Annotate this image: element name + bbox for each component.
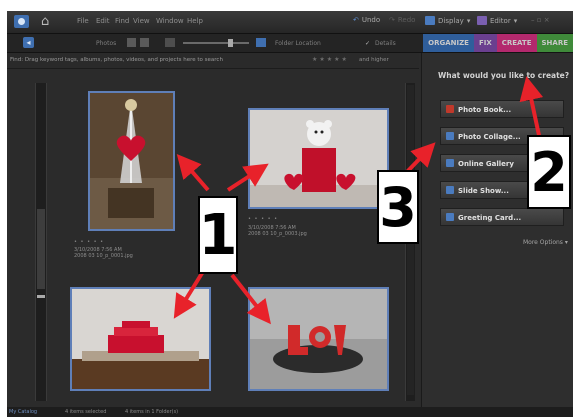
rating-filter-label: and higher <box>359 57 389 63</box>
photo-thumbnail-2[interactable] <box>248 108 389 209</box>
callout-2: 2 <box>527 135 571 209</box>
menu-view[interactable]: View <box>133 17 150 25</box>
thumbnail-view-icon[interactable] <box>127 38 136 47</box>
photo-collage-icon <box>446 132 454 140</box>
callout-1: 1 <box>198 196 238 274</box>
workspace-tabs: ORGANIZE FIX CREATE SHARE <box>423 34 573 52</box>
photo-2-rating[interactable]: • • • • • <box>248 216 278 222</box>
menu-edit[interactable]: Edit <box>96 17 110 25</box>
redo-icon: ↷ <box>389 16 395 24</box>
organizer-window: ⌂ File Edit Find View Window Help ↶ Undo… <box>7 11 573 417</box>
catalog-link[interactable]: My Catalog <box>9 407 37 417</box>
scrollbar-thumb[interactable] <box>37 209 45 289</box>
grid-large-icon[interactable] <box>256 38 266 47</box>
grid-small-icon[interactable] <box>165 38 175 47</box>
more-options-button[interactable]: More Options ▾ <box>523 239 568 246</box>
display-menu[interactable]: Display ▾ <box>425 16 470 25</box>
photo-1-rating[interactable]: • • • • • <box>74 239 104 245</box>
rating-filter-stars[interactable]: ★★★★★ <box>312 56 349 63</box>
app-logo-icon <box>14 15 29 28</box>
display-icon <box>425 16 435 25</box>
scroll-marker <box>37 295 45 298</box>
photo-thumbnail-3[interactable] <box>70 287 211 391</box>
selected-count: 4 items selected <box>65 409 107 415</box>
back-arrow-icon[interactable]: ◂ <box>23 37 34 48</box>
tab-organize[interactable]: ORGANIZE <box>423 34 474 52</box>
greeting-card-icon <box>446 213 454 221</box>
callout-3: 3 <box>377 170 419 244</box>
undo-button[interactable]: ↶ Undo <box>353 16 380 24</box>
editor-icon <box>477 16 487 25</box>
tab-create[interactable]: CREATE <box>496 34 537 52</box>
photo-blocks-shelf-image <box>72 289 209 389</box>
editor-menu[interactable]: Editor ▾ <box>477 16 517 25</box>
tab-fix[interactable]: FIX <box>473 34 497 52</box>
photo-thumbnail-4[interactable] <box>248 287 389 391</box>
zoom-slider-handle[interactable] <box>228 39 233 47</box>
folder-info: 4 items in 1 Folder(s) <box>125 409 179 415</box>
search-hint-text: Find: Drag keyword tags, albums, photos,… <box>10 57 223 63</box>
folder-location-toggle[interactable]: Folder Location <box>275 40 321 47</box>
photo-1-filename: 2008 03 10_p_0001.jpg <box>74 253 133 259</box>
greeting-card-button[interactable]: Greeting Card... <box>440 208 564 226</box>
photo-book-icon <box>446 105 454 113</box>
window-controls[interactable]: – ▫ × <box>531 16 550 24</box>
photo-heart-tower-image <box>90 93 173 229</box>
photo-teddy-bear-image <box>250 110 387 207</box>
search-hint-bar[interactable]: Find: Drag keyword tags, albums, photos,… <box>7 53 419 69</box>
menu-window[interactable]: Window <box>156 17 184 25</box>
redo-button[interactable]: ↷ Redo <box>389 16 415 24</box>
undo-icon: ↶ <box>353 16 359 24</box>
photo-thumbnail-1[interactable] <box>88 91 175 231</box>
chevron-down-icon: ▾ <box>466 16 471 25</box>
details-label: Details <box>375 40 396 47</box>
menu-file[interactable]: File <box>77 17 89 25</box>
slide-show-icon <box>446 186 454 194</box>
photo-love-sculpture-image <box>250 289 387 389</box>
photos-label: Photos <box>96 40 117 47</box>
date-view-icon[interactable] <box>140 38 149 47</box>
chevron-down-icon: ▾ <box>513 16 518 25</box>
photo-book-button[interactable]: Photo Book... <box>440 100 564 118</box>
status-bar: My Catalog 4 items selected 4 items in 1… <box>7 407 573 417</box>
create-panel: What would you like to create? Photo Boo… <box>421 53 573 407</box>
details-checkbox-icon[interactable]: ✓ <box>365 40 370 47</box>
tab-share[interactable]: SHARE <box>536 34 573 52</box>
timeline-scrollbar[interactable] <box>35 83 47 401</box>
menu-bar: ⌂ File Edit Find View Window Help ↶ Undo… <box>7 11 573 34</box>
menu-help[interactable]: Help <box>187 17 203 25</box>
panel-question: What would you like to create? <box>438 71 570 80</box>
home-icon[interactable]: ⌂ <box>41 14 49 29</box>
menu-find[interactable]: Find <box>115 17 129 25</box>
chevron-down-icon: ▾ <box>564 239 568 246</box>
zoom-slider-track[interactable] <box>183 42 249 44</box>
online-gallery-icon <box>446 159 454 167</box>
photo-2-filename: 2008 03 10_p_0003.jpg <box>248 231 307 237</box>
